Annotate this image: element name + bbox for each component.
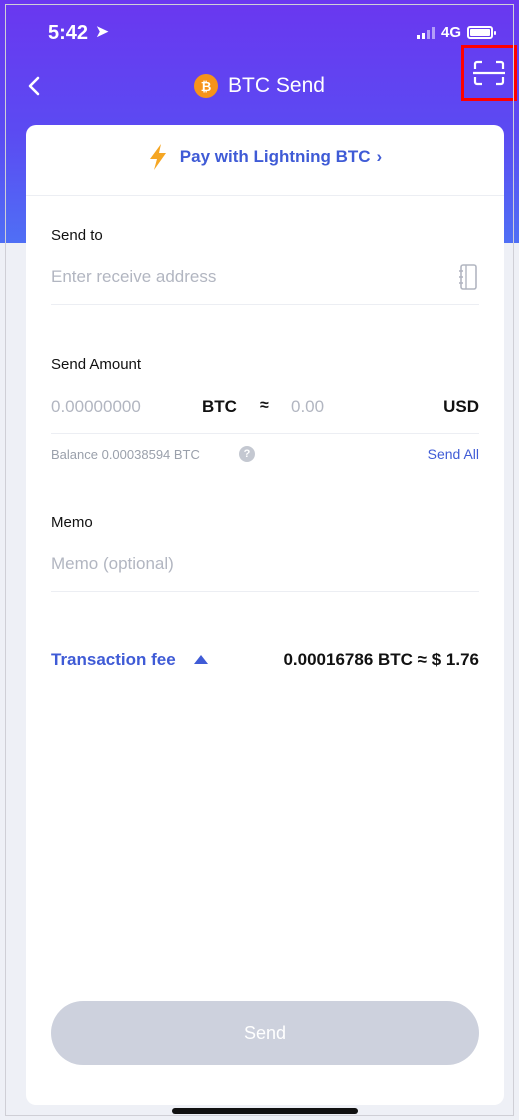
- receive-address-input[interactable]: [51, 257, 451, 297]
- btc-coin-icon: ₿: [194, 74, 219, 98]
- btc-unit-label: BTC: [202, 397, 237, 416]
- transaction-fee-value: 0.00016786 BTC ≈ $ 1.76: [283, 650, 479, 669]
- transaction-fee-toggle[interactable]: Transaction fee: [51, 650, 176, 670]
- divider: [26, 195, 504, 196]
- balance-row: Balance 0.00038594 BTC ? Send All: [51, 446, 479, 464]
- home-indicator: [172, 1108, 358, 1114]
- scan-icon: [473, 60, 505, 86]
- nav-title-group: ₿ BTC Send: [0, 74, 519, 98]
- balance-text: Balance 0.00038594 BTC: [51, 447, 200, 462]
- address-book-icon[interactable]: [458, 264, 478, 290]
- status-time: 5:42: [48, 22, 89, 44]
- btc-amount-input[interactable]: [51, 387, 191, 427]
- send-form-card: Pay with Lightning BTC › Send to Send Am…: [26, 125, 504, 1105]
- location-arrow-icon: ➤: [95, 22, 110, 41]
- scan-button[interactable]: [461, 45, 517, 101]
- usd-unit-label: USD: [443, 397, 479, 416]
- help-icon[interactable]: ?: [239, 446, 255, 462]
- pay-with-lightning-link[interactable]: Pay with Lightning BTC ›: [26, 143, 504, 171]
- triangle-up-icon[interactable]: [194, 655, 208, 664]
- status-bar: 5:42 ➤ 4G: [0, 0, 519, 60]
- memo-label: Memo: [51, 514, 93, 531]
- network-type: 4G: [440, 24, 461, 41]
- usd-amount-input[interactable]: [291, 387, 411, 427]
- amount-row: BTC ≈ USD: [51, 387, 479, 427]
- page-title: BTC Send: [228, 74, 325, 97]
- status-indicators: 4G: [416, 24, 496, 41]
- lightning-label: Pay with Lightning BTC: [179, 147, 371, 166]
- transaction-fee-row: Transaction fee 0.00016786 BTC ≈ $ 1.76: [51, 650, 479, 672]
- nav-bar: ₿ BTC Send: [0, 45, 519, 114]
- send-amount-label: Send Amount: [51, 356, 142, 373]
- approx-symbol: ≈: [260, 397, 269, 414]
- divider: [51, 591, 479, 592]
- send-all-button[interactable]: Send All: [428, 446, 479, 462]
- send-button[interactable]: Send: [51, 1001, 479, 1065]
- lightning-bolt-icon: [149, 144, 166, 170]
- signal-icon: [416, 26, 435, 39]
- memo-input[interactable]: [51, 544, 479, 584]
- battery-icon: [467, 26, 496, 39]
- divider: [51, 304, 479, 305]
- divider: [51, 433, 479, 434]
- chevron-right-icon: ›: [376, 147, 383, 166]
- send-to-label: Send to: [51, 227, 103, 244]
